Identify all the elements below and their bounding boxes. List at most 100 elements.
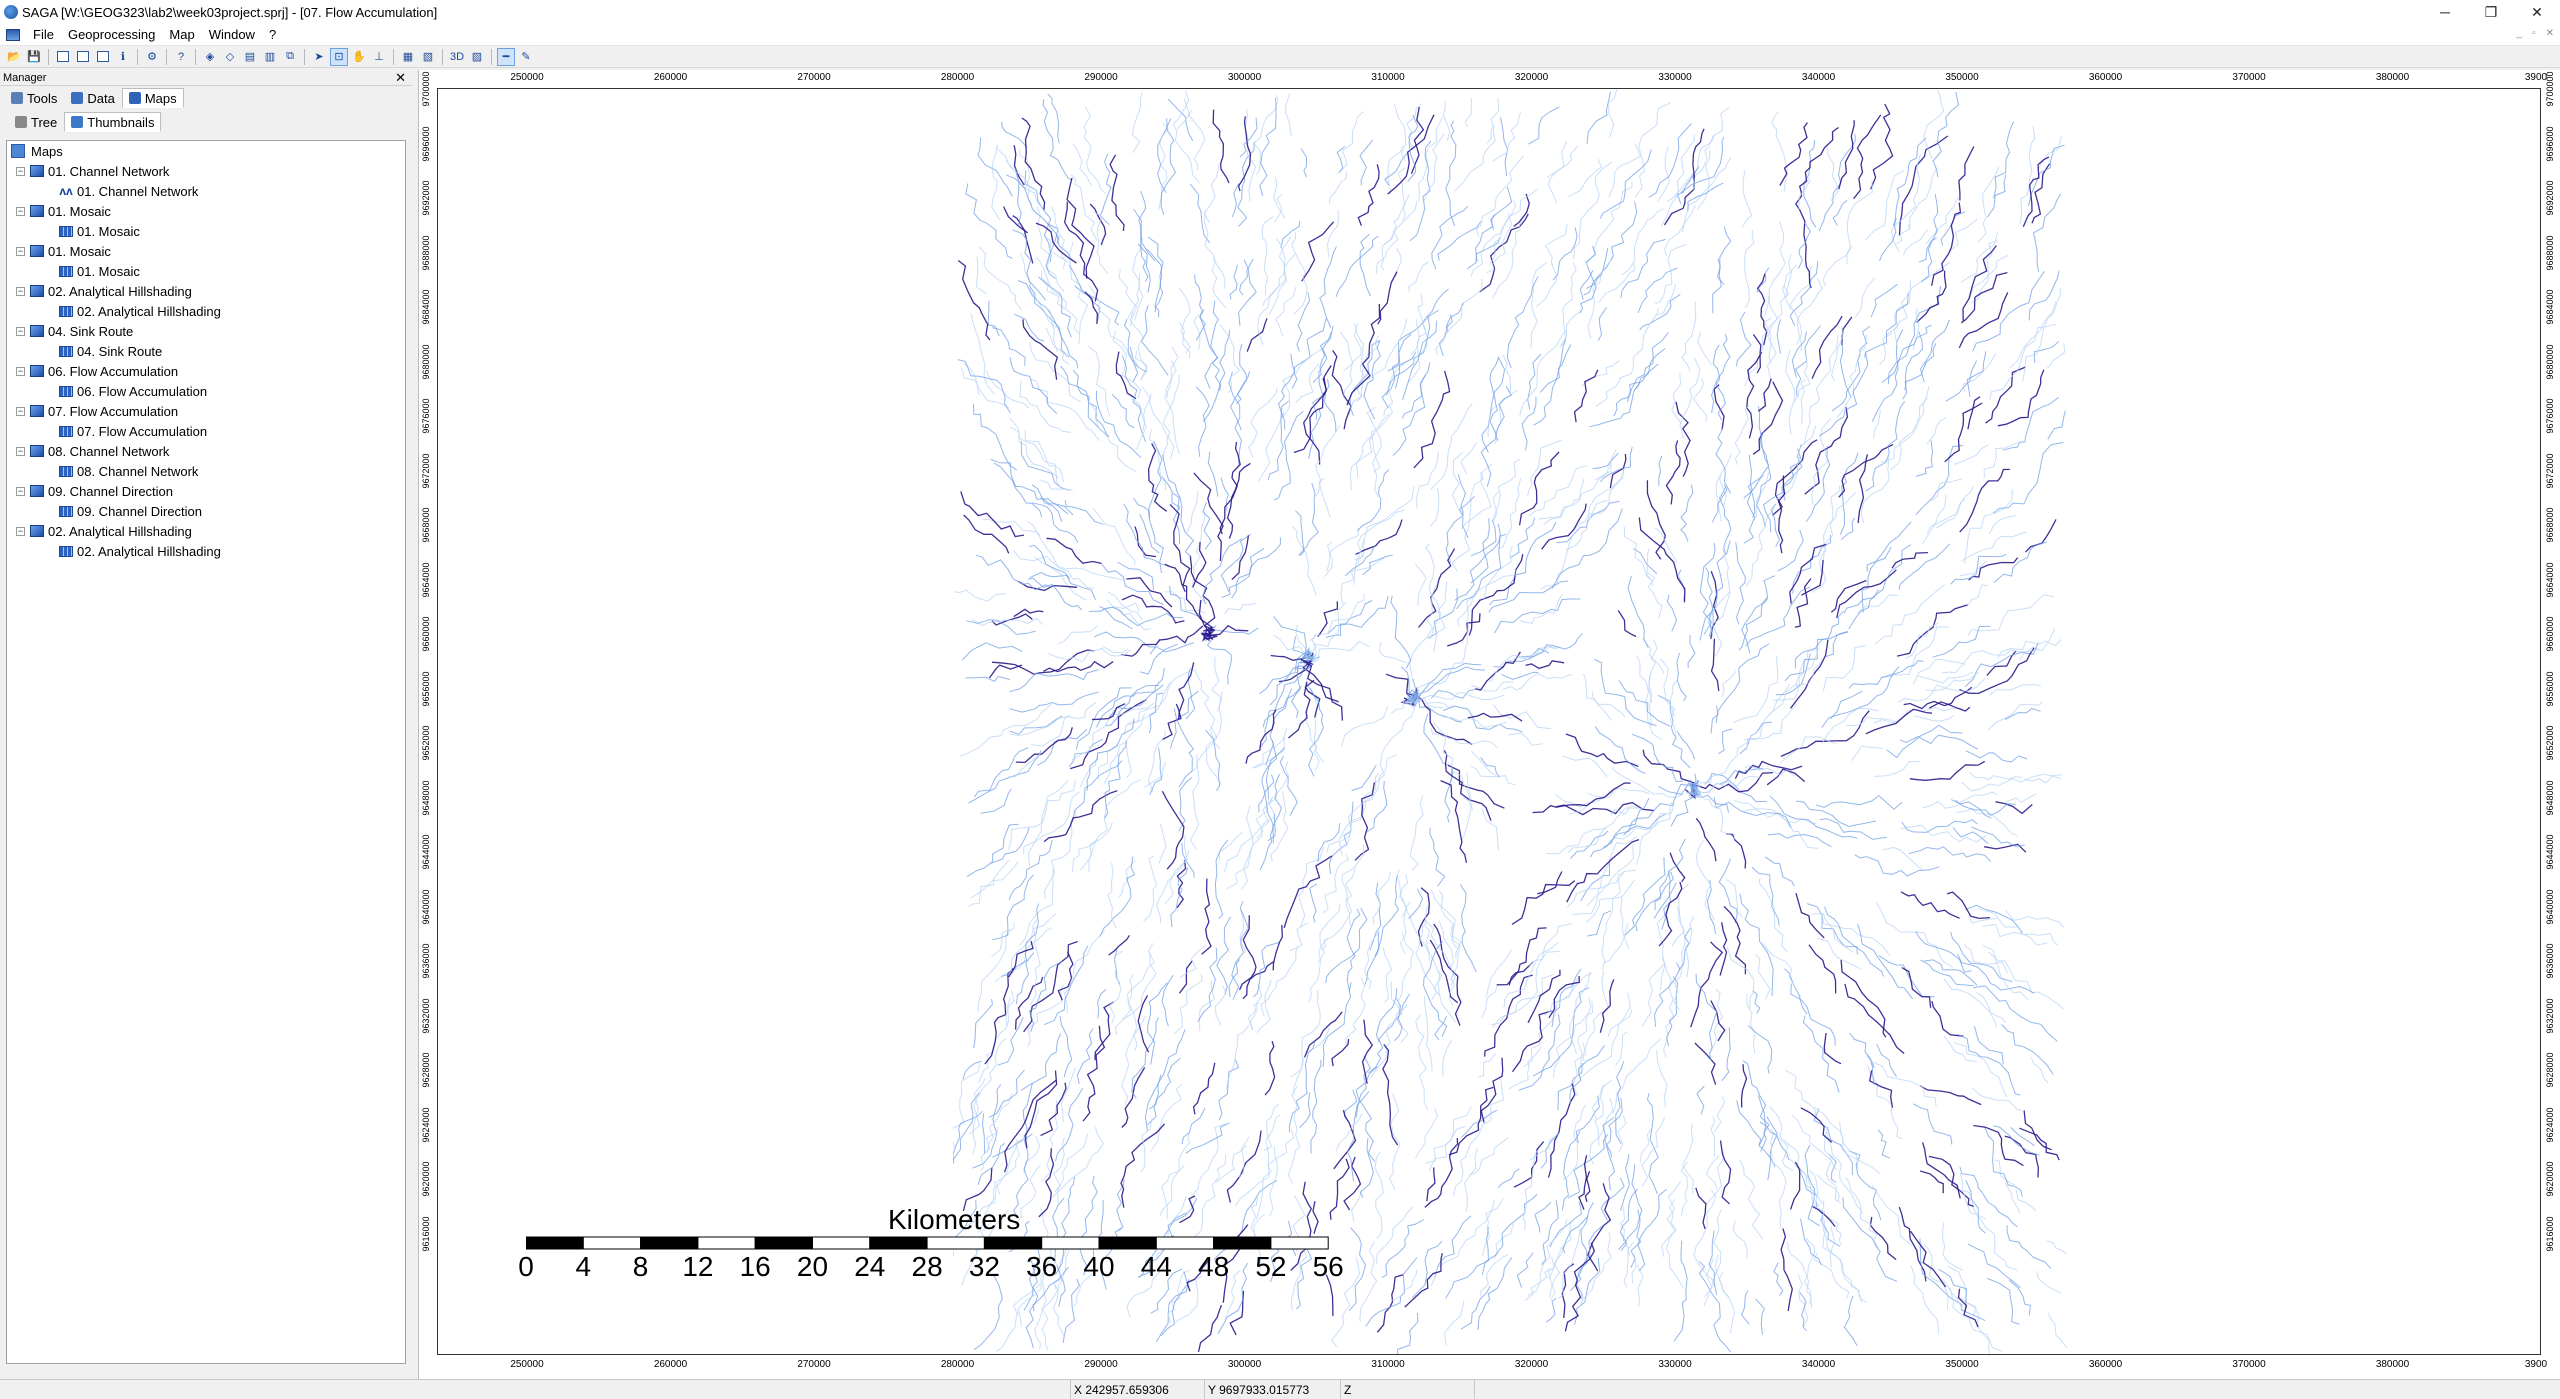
flow-path bbox=[1926, 417, 1947, 445]
ruler-right-tick: 9624000 bbox=[2545, 1106, 2555, 1142]
tree-map-item[interactable]: − 01. Mosaic bbox=[7, 201, 405, 221]
tree-layer-item[interactable]: 02. Analytical Hillshading bbox=[7, 301, 405, 321]
measure-icon[interactable]: ⊥ bbox=[371, 49, 387, 65]
data-source-icon[interactable] bbox=[95, 49, 111, 65]
collapse-icon[interactable]: − bbox=[16, 166, 25, 176]
3d-view-icon[interactable]: 3D bbox=[449, 49, 465, 65]
map-canvas[interactable]: Kilometers 0 4 8 12 16 20 24 28 32 36 40 44 48 52 56 bbox=[437, 88, 2541, 1355]
collapse-icon[interactable]: − bbox=[16, 286, 25, 296]
subtab-thumbnails[interactable]: Thumbnails bbox=[64, 112, 162, 132]
tree-layer-item[interactable]: 04. Sink Route bbox=[7, 341, 405, 361]
tree-map-item[interactable]: − 08. Channel Network bbox=[7, 441, 405, 461]
tree-map-item[interactable]: − 01. Mosaic bbox=[7, 241, 405, 261]
tab-data[interactable]: Data bbox=[64, 88, 121, 108]
menu-map[interactable]: Map bbox=[162, 25, 201, 45]
tree-root-maps[interactable]: Maps bbox=[7, 141, 405, 161]
tree-map-item[interactable]: − 09. Channel Direction bbox=[7, 481, 405, 501]
tree-map-item[interactable]: − 02. Analytical Hillshading bbox=[7, 281, 405, 301]
flow-path bbox=[1327, 209, 1339, 257]
tab-tools[interactable]: Tools bbox=[4, 88, 64, 108]
ruler-bottom-tick: 340000 bbox=[1801, 1359, 1836, 1370]
grid-icon bbox=[59, 305, 73, 317]
collapse-icon[interactable]: − bbox=[16, 366, 25, 376]
flow-path bbox=[1147, 982, 1168, 1065]
tree-layer-item[interactable]: 02. Analytical Hillshading bbox=[7, 541, 405, 561]
map-icon bbox=[30, 245, 44, 257]
tree-layer-item[interactable]: 08. Channel Network bbox=[7, 461, 405, 481]
save-icon[interactable]: 💾 bbox=[26, 49, 42, 65]
histogram-icon[interactable]: ▨ bbox=[469, 49, 485, 65]
tree-layer-item[interactable]: 01. Mosaic bbox=[7, 221, 405, 241]
menu-window[interactable]: Window bbox=[202, 25, 262, 45]
ruler-right-tick: 9700000 bbox=[2545, 71, 2555, 107]
mdi-close-icon[interactable]: ✕ bbox=[2546, 28, 2554, 39]
tree-map-item[interactable]: − 01. Channel Network bbox=[7, 161, 405, 181]
flow-path bbox=[1080, 822, 1113, 871]
menu-geoprocessing[interactable]: Geoprocessing bbox=[61, 25, 162, 45]
flow-path bbox=[1216, 916, 1231, 995]
info-icon[interactable]: ℹ bbox=[115, 49, 131, 65]
tree-layer-item[interactable]: 07. Flow Accumulation bbox=[7, 421, 405, 441]
properties-toggle-icon[interactable] bbox=[75, 49, 91, 65]
edit-pencil-icon[interactable]: ✎ bbox=[518, 49, 534, 65]
menu-help[interactable]: ? bbox=[262, 25, 283, 45]
collapse-icon[interactable]: − bbox=[16, 406, 25, 416]
tab-tools-label: Tools bbox=[27, 90, 58, 106]
collapse-icon[interactable]: − bbox=[16, 246, 25, 256]
collapse-icon[interactable]: − bbox=[16, 446, 25, 456]
collapse-icon[interactable]: − bbox=[16, 486, 25, 496]
open-folder-icon[interactable]: 📂 bbox=[6, 49, 22, 65]
restore-button[interactable]: ❐ bbox=[2468, 0, 2514, 24]
flow-path bbox=[2046, 342, 2066, 369]
zoom-back-icon[interactable]: ◇ bbox=[222, 49, 238, 65]
mdi-minimize-icon[interactable]: _ bbox=[2517, 28, 2523, 39]
mdi-restore-icon[interactable]: ▫ bbox=[2532, 28, 2536, 39]
tree-map-item[interactable]: − 06. Flow Accumulation bbox=[7, 361, 405, 381]
tree-map-label: 07. Flow Accumulation bbox=[48, 403, 179, 419]
copy-map-icon[interactable]: ▧ bbox=[420, 49, 436, 65]
flow-path bbox=[1815, 1200, 1841, 1247]
flow-path bbox=[2001, 1024, 2054, 1075]
close-button[interactable]: ✕ bbox=[2514, 0, 2560, 24]
pan-hand-icon[interactable]: ✋ bbox=[351, 49, 367, 65]
zoom-tool-icon[interactable]: ⊡ bbox=[330, 47, 348, 66]
flow-path bbox=[1636, 1264, 1644, 1307]
select-arrow-icon[interactable]: ➤ bbox=[311, 49, 327, 65]
layout-icon[interactable]: ▦ bbox=[400, 49, 416, 65]
flow-path bbox=[1223, 804, 1253, 873]
flow-path bbox=[2004, 707, 2041, 720]
collapse-icon[interactable]: − bbox=[16, 526, 25, 536]
tree-layer-item[interactable]: 09. Channel Direction bbox=[7, 501, 405, 521]
subtab-tree[interactable]: Tree bbox=[8, 112, 64, 132]
collapse-icon[interactable]: − bbox=[16, 206, 25, 216]
manager-toggle-icon[interactable] bbox=[55, 49, 71, 65]
scalebar-toggle-icon[interactable]: ━ bbox=[497, 47, 515, 66]
flow-path bbox=[1849, 1032, 1875, 1069]
flow-path bbox=[1346, 754, 1397, 846]
tree-map-item[interactable]: − 02. Analytical Hillshading bbox=[7, 521, 405, 541]
manager-close-icon[interactable]: ✕ bbox=[395, 70, 406, 86]
zoom-full-icon[interactable]: ◈ bbox=[202, 49, 218, 65]
flow-path bbox=[1513, 1141, 1545, 1188]
collapse-icon[interactable]: − bbox=[16, 326, 25, 336]
synchronize-icon[interactable]: ⧉ bbox=[282, 49, 298, 65]
flow-path bbox=[1415, 1014, 1429, 1111]
document-icon[interactable] bbox=[6, 28, 20, 41]
flow-path bbox=[1661, 174, 1692, 227]
flow-path bbox=[1746, 993, 1756, 1055]
tools-icon[interactable]: ⚙ bbox=[144, 49, 160, 65]
tree-layer-item[interactable]: 06. Flow Accumulation bbox=[7, 381, 405, 401]
tab-maps[interactable]: Maps bbox=[121, 88, 184, 108]
tree-layer-item[interactable]: ʌʌ 01. Channel Network bbox=[7, 181, 405, 201]
minimize-button[interactable]: ─ bbox=[2422, 0, 2468, 24]
menu-file[interactable]: File bbox=[26, 25, 61, 45]
flow-path bbox=[1231, 900, 1249, 1000]
help-icon[interactable]: ? bbox=[173, 49, 189, 65]
tree-map-item[interactable]: − 04. Sink Route bbox=[7, 321, 405, 341]
tree-map-item[interactable]: − 07. Flow Accumulation bbox=[7, 401, 405, 421]
tree-layer-item[interactable]: 01. Mosaic bbox=[7, 261, 405, 281]
flow-path bbox=[1402, 320, 1438, 400]
grid-icon bbox=[59, 505, 73, 517]
zoom-layer-icon[interactable]: ▤ bbox=[242, 49, 258, 65]
zoom-selection-icon[interactable]: ▥ bbox=[262, 49, 278, 65]
